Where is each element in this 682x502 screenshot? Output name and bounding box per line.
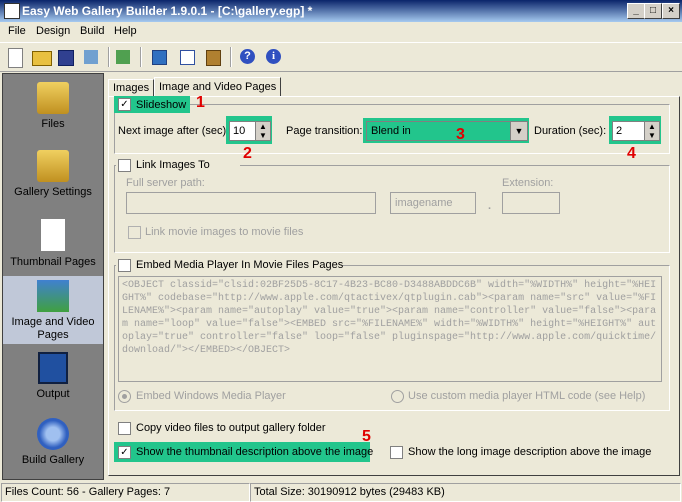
menu-bar: File Design Build Help	[0, 22, 682, 40]
sidebar-item-gallery-settings[interactable]: Gallery Settings	[3, 142, 103, 210]
sidebar-item-label: Thumbnail Pages	[10, 256, 96, 268]
minimize-button[interactable]: _	[627, 3, 645, 19]
sidebar-item-label: Gallery Settings	[14, 186, 92, 198]
marker-3: 3	[456, 126, 465, 143]
marker-4: 4	[627, 145, 636, 162]
image-page-icon	[37, 280, 69, 312]
server-path-label: Full server path:	[126, 177, 205, 189]
info-icon[interactable]: i	[266, 49, 281, 64]
slideshow-label: Slideshow	[136, 99, 187, 111]
embed-label: Embed Media Player In Movie Files Pages	[136, 259, 344, 271]
save-as-icon[interactable]	[84, 50, 98, 64]
spin-arrows-icon[interactable]: ▲ ▼	[255, 122, 270, 140]
output-icon	[38, 352, 68, 384]
gear-icon	[37, 418, 69, 450]
toolbar-separator	[230, 47, 232, 67]
build-icon[interactable]	[206, 50, 221, 66]
transition-value: Blend in	[371, 125, 411, 137]
next-image-value: 10	[233, 125, 246, 137]
open-folder-icon[interactable]	[32, 51, 52, 66]
sidebar-item-image-video-pages[interactable]: Image and Video Pages	[3, 276, 103, 344]
link-movie-label: Link movie images to movie files	[145, 226, 304, 238]
tab-image-video-pages[interactable]: Image and Video Pages	[154, 77, 282, 97]
show-long-desc-label: Show the long image description above th…	[408, 446, 652, 458]
toolbar-separator	[140, 47, 142, 67]
duration-value: 2	[616, 125, 623, 137]
radio-dot-icon	[122, 394, 127, 399]
dot-separator: .	[488, 200, 492, 212]
sidebar-item-output[interactable]: Output	[3, 344, 103, 410]
menu-design[interactable]: Design	[36, 25, 70, 37]
next-image-spinbox[interactable]: 10 ▲ ▼	[229, 121, 271, 141]
transition-select[interactable]: Blend in ▼	[366, 121, 528, 141]
link-images-checkbox[interactable]	[118, 159, 131, 172]
save-icon[interactable]	[58, 50, 74, 66]
window-title: Easy Web Gallery Builder 1.9.0.1 - [C:\g…	[22, 4, 313, 18]
duration-spinbox[interactable]: 2 ▲ ▼	[612, 121, 660, 141]
spin-arrows-icon[interactable]: ▲ ▼	[644, 122, 659, 140]
embed-windows-radio[interactable]	[118, 390, 131, 403]
sidebar-item-label: Build Gallery	[21, 454, 85, 466]
embed-checkbox[interactable]	[118, 259, 131, 272]
transition-label: Page transition:	[286, 125, 363, 137]
sidebar: Files Gallery Settings Thumbnail Pages I…	[2, 73, 104, 480]
embed-code-textarea[interactable]: <OBJECT classid="clsid:02BF25D5-8C17-4B2…	[118, 276, 662, 382]
tab-images[interactable]: Images	[108, 79, 155, 96]
marker-1: 1	[196, 94, 205, 111]
thumbnail-grid-icon[interactable]	[180, 50, 195, 65]
menu-file[interactable]: File	[8, 25, 26, 37]
status-size: Total Size: 30190912 bytes (29483 KB)	[250, 483, 681, 502]
server-path-input[interactable]	[126, 192, 376, 214]
help-icon[interactable]: ?	[240, 49, 255, 64]
thumbnail-page-icon	[40, 218, 66, 252]
slideshow-checkbox[interactable]: ✓	[118, 98, 131, 111]
link-images-label: Link Images To	[136, 159, 210, 171]
sidebar-item-build-gallery[interactable]: Build Gallery	[3, 410, 103, 478]
new-file-icon[interactable]	[8, 48, 23, 68]
menu-build[interactable]: Build	[80, 25, 104, 37]
copy-video-label: Copy video files to output gallery folde…	[136, 422, 326, 434]
extension-label: Extension:	[502, 177, 554, 189]
embed-windows-label: Embed Windows Media Player	[136, 390, 286, 402]
toolbar: ? i	[0, 42, 682, 72]
custom-player-radio[interactable]	[391, 390, 404, 403]
add-images-icon[interactable]	[116, 50, 130, 64]
close-button[interactable]: ×	[662, 3, 680, 19]
marker-5: 5	[362, 428, 371, 445]
folder-icon	[37, 82, 69, 114]
chevron-down-icon[interactable]: ▼	[510, 122, 527, 140]
copy-video-checkbox[interactable]	[118, 422, 131, 435]
status-files: Files Count: 56 - Gallery Pages: 7	[1, 483, 250, 502]
title-bar: Easy Web Gallery Builder 1.9.0.1 - [C:\g…	[0, 0, 682, 22]
gallery-settings-icon	[37, 150, 69, 182]
next-image-label: Next image after (sec):	[118, 125, 230, 137]
sidebar-item-thumbnail-pages[interactable]: Thumbnail Pages	[3, 210, 103, 276]
menu-help[interactable]: Help	[114, 25, 137, 37]
imagename-field[interactable]: imagename	[390, 192, 476, 214]
maximize-button[interactable]: □	[644, 3, 662, 19]
imagename-value: imagename	[395, 197, 453, 209]
show-long-desc-checkbox[interactable]	[390, 446, 403, 459]
sidebar-item-label: Image and Video Pages	[11, 316, 95, 341]
marker-2: 2	[243, 145, 252, 162]
page-layout-icon[interactable]	[152, 50, 167, 65]
link-movie-checkbox[interactable]	[128, 226, 141, 239]
custom-player-label: Use custom media player HTML code (see H…	[408, 390, 646, 402]
duration-label: Duration (sec):	[534, 125, 607, 137]
extension-input[interactable]	[502, 192, 560, 214]
app-icon	[4, 3, 20, 19]
sidebar-item-label: Files	[41, 118, 65, 130]
sidebar-item-files[interactable]: Files	[3, 74, 103, 142]
show-thumb-desc-label: Show the thumbnail description above the…	[136, 446, 374, 458]
show-thumb-desc-checkbox[interactable]: ✓	[118, 446, 131, 459]
toolbar-separator	[108, 47, 110, 67]
sidebar-item-label: Output	[36, 388, 70, 400]
